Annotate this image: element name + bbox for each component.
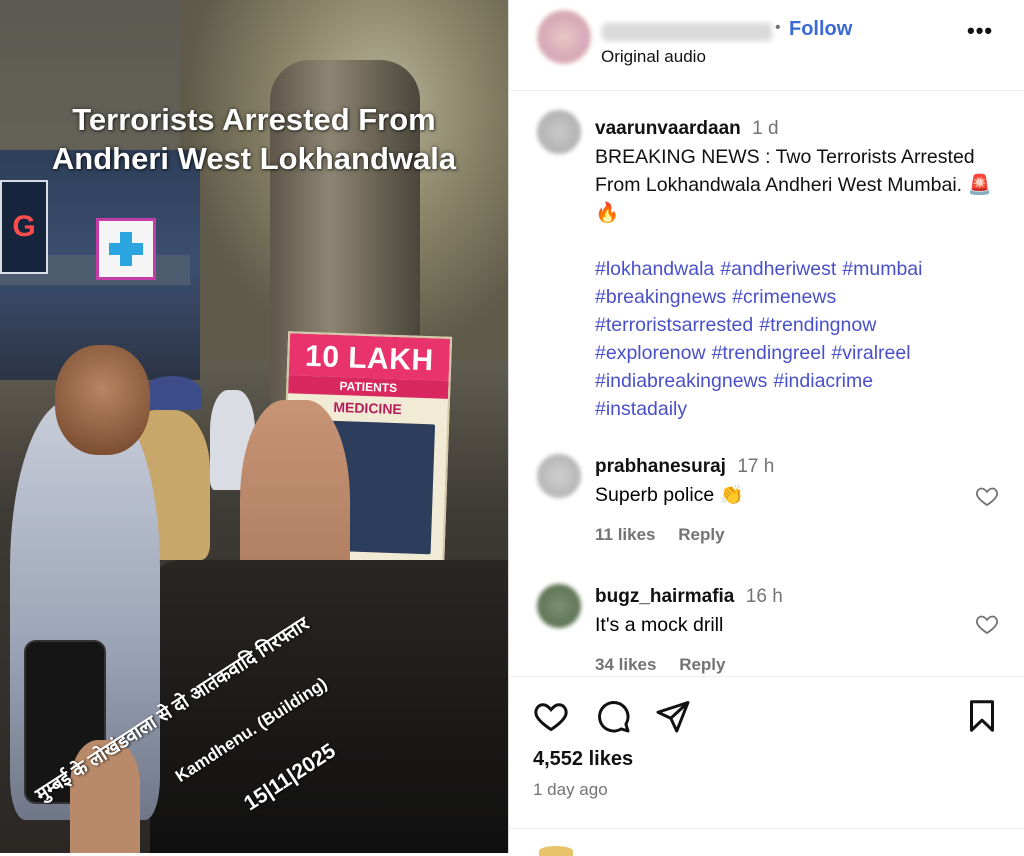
hashtag[interactable]: #crimenews xyxy=(732,286,836,308)
caption-username[interactable]: vaarunvaardaan xyxy=(595,118,741,139)
post-scroll-area[interactable]: vaarunvaardaan 1 d BREAKING NEWS : Two T… xyxy=(509,92,1024,677)
hashtag[interactable]: #andheriwest xyxy=(720,258,836,280)
video-title-overlay: Terrorists Arrested From Andheri West Lo… xyxy=(0,100,508,178)
hashtag-list: #lokhandwala #andheriwest #mumbai #breakin… xyxy=(595,255,1005,423)
caption-time: 1 d xyxy=(752,118,779,139)
heart-icon[interactable] xyxy=(533,698,569,734)
comment-likes[interactable]: 34 likes xyxy=(595,655,656,674)
video-title-line-1: Terrorists Arrested From xyxy=(72,102,436,137)
caption: vaarunvaardaan 1 d BREAKING NEWS : Two T… xyxy=(595,114,1005,423)
comment-heart-icon[interactable] xyxy=(975,612,999,636)
likes-count[interactable]: 4,552 likes xyxy=(533,748,633,771)
comment-avatar[interactable] xyxy=(537,454,581,498)
viewer-avatar xyxy=(539,846,573,856)
hashtag[interactable]: #lokhandwala xyxy=(595,258,714,280)
video-title-line-2: Andheri West Lokhandwala xyxy=(51,141,457,176)
hashtag[interactable]: #viralreel xyxy=(831,342,910,364)
comment-text: Superb police 👏 xyxy=(595,484,744,506)
hashtag[interactable]: #explorenow xyxy=(595,342,706,364)
post-header: • Follow Original audio ••• xyxy=(509,0,1024,91)
actions-divider xyxy=(509,676,1024,677)
comment-avatar[interactable] xyxy=(537,584,581,628)
comment-icon[interactable] xyxy=(595,698,631,734)
follow-button[interactable]: Follow xyxy=(789,18,852,41)
hashtag[interactable]: #instadaily xyxy=(595,398,687,420)
man-head xyxy=(55,345,150,455)
pharmacy-cross-sign xyxy=(96,218,156,280)
post-details-panel: • Follow Original audio ••• vaarunvaarda… xyxy=(509,0,1024,856)
comment-reply-button[interactable]: Reply xyxy=(679,655,725,674)
comment-username[interactable]: bugz_hairmafia xyxy=(595,586,734,607)
bookmark-icon[interactable] xyxy=(964,698,1000,734)
hashtag[interactable]: #trendingnow xyxy=(759,314,876,336)
comment-time: 16 h xyxy=(745,586,783,607)
hashtag[interactable]: #indiabreakingnews xyxy=(595,370,767,392)
comment: prabhanesuraj 17 h Superb police 👏 11 li… xyxy=(595,452,995,549)
author-avatar[interactable] xyxy=(537,10,591,64)
hashtag[interactable]: #terroristsarrested xyxy=(595,314,753,336)
more-options-icon[interactable]: ••• xyxy=(967,18,993,44)
store-sign-text: G xyxy=(12,210,36,243)
comment: bugz_hairmafia 16 h It's a mock drill 34… xyxy=(595,582,995,677)
caption-text: BREAKING NEWS : Two Terrorists Arrested … xyxy=(595,146,992,224)
store-sign: G xyxy=(0,180,48,274)
post-age: 1 day ago xyxy=(533,780,608,799)
comment-reply-button[interactable]: Reply xyxy=(678,525,724,544)
comment-time: 17 h xyxy=(737,456,775,477)
hashtag[interactable]: #indiacrime xyxy=(773,370,873,392)
original-audio-link[interactable]: Original audio xyxy=(601,47,706,67)
medicine-sign-headline: 10 LAKH xyxy=(288,333,451,381)
header-separator: • xyxy=(775,19,781,36)
comment-heart-icon[interactable] xyxy=(975,484,999,508)
comment-username[interactable]: prabhanesuraj xyxy=(595,456,726,477)
hashtag[interactable]: #breakingnews xyxy=(595,286,726,308)
comment-input-divider xyxy=(509,828,1024,829)
hashtag[interactable]: #trendingreel xyxy=(712,342,826,364)
comment-text: It's a mock drill xyxy=(595,614,724,636)
police-cap xyxy=(142,376,202,410)
author-username-blurred[interactable] xyxy=(602,23,772,41)
hashtag[interactable]: #mumbai xyxy=(842,258,922,280)
caption-avatar[interactable] xyxy=(537,110,581,154)
send-icon[interactable] xyxy=(655,698,691,734)
reel-video[interactable]: G 10 LAKH PATIENTS MEDICINE Terrorists A… xyxy=(0,0,508,853)
comment-likes[interactable]: 11 likes xyxy=(595,525,656,544)
